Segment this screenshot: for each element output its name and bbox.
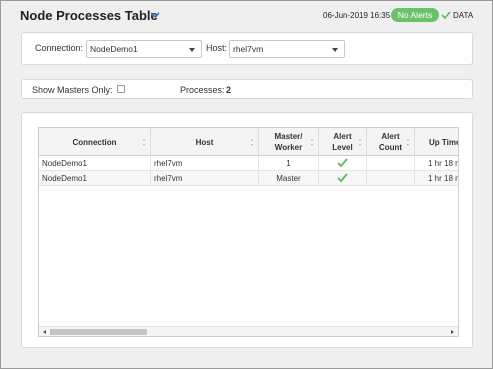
info-panel: Show Masters Only: Processes: 2: [21, 79, 473, 99]
dropdown-arrow-icon: [332, 48, 338, 52]
dropdown-arrow-icon: [189, 48, 195, 52]
cell-host: rhel7vm: [151, 156, 259, 171]
cell-alert-level: [319, 171, 367, 186]
cell-host: rhel7vm: [151, 171, 259, 186]
chevron-down-icon[interactable]: [149, 9, 161, 21]
sort-icon: [407, 139, 410, 146]
scroll-right-icon[interactable]: [451, 330, 454, 334]
processes-count: 2: [226, 85, 232, 95]
data-status-label: DATA: [453, 11, 474, 20]
host-label: Host:: [206, 43, 228, 53]
cell-up-time: 1 hr 18 m: [428, 174, 459, 183]
cell-connection: NodeDemo1: [39, 156, 151, 171]
alerts-badge[interactable]: No Alerts: [391, 8, 439, 22]
window-frame: Node Processes Table 06-Jun-2019 16:35 N…: [0, 0, 493, 369]
check-icon: [337, 173, 348, 183]
cell-connection: NodeDemo1: [39, 171, 151, 186]
show-masters-checkbox[interactable]: [117, 85, 125, 93]
show-masters-label: Show Masters Only:: [32, 85, 113, 95]
check-icon: [337, 158, 348, 168]
cell-master-worker: 1: [259, 156, 319, 171]
table-row[interactable]: NodeDemo1 rhel7vm Master 1 hr 18 m: [39, 171, 459, 186]
processes-table: Connection Host Master/ Worker Alert Lev…: [38, 127, 459, 337]
processes-label: Processes:: [180, 85, 225, 95]
scrollbar-thumb[interactable]: [50, 329, 147, 335]
header: Node Processes Table 06-Jun-2019 16:35 N…: [1, 1, 492, 29]
column-header-alert-count[interactable]: Alert Count: [367, 128, 415, 156]
timestamp: 06-Jun-2019 16:35: [323, 11, 391, 20]
table-header: Connection Host Master/ Worker Alert Lev…: [39, 128, 458, 156]
host-select-value: rhel7vm: [233, 44, 264, 54]
cell-up-time: 1 hr 18 m: [428, 159, 459, 168]
horizontal-scrollbar[interactable]: [39, 326, 458, 336]
page-title: Node Processes Table: [20, 8, 158, 23]
cell-alert-count: [367, 156, 415, 171]
host-select[interactable]: rhel7vm: [229, 40, 345, 58]
sort-icon: [359, 139, 362, 146]
sort-icon: [143, 139, 146, 146]
sort-icon: [251, 139, 254, 146]
column-header-alert-level[interactable]: Alert Level: [319, 128, 367, 156]
connection-select-value: NodeDemo1: [90, 44, 138, 54]
sort-icon: [311, 139, 314, 146]
cell-alert-count: [367, 171, 415, 186]
cell-master-worker: Master: [259, 171, 319, 186]
column-header-host[interactable]: Host: [151, 128, 259, 156]
scroll-left-icon[interactable]: [43, 330, 46, 334]
table-panel: Connection Host Master/ Worker Alert Lev…: [21, 112, 473, 348]
table-row[interactable]: NodeDemo1 rhel7vm 1 1 hr 18 m: [39, 156, 459, 171]
connection-label: Connection:: [35, 43, 84, 53]
cell-alert-level: [319, 156, 367, 171]
column-header-up-time[interactable]: Up Time: [415, 128, 458, 156]
column-header-master-worker[interactable]: Master/ Worker: [259, 128, 319, 156]
data-check-icon: [441, 11, 451, 20]
filter-panel: Connection: NodeDemo1 Host: rhel7vm: [21, 32, 473, 65]
connection-select[interactable]: NodeDemo1: [86, 40, 202, 58]
column-header-connection[interactable]: Connection: [39, 128, 151, 156]
